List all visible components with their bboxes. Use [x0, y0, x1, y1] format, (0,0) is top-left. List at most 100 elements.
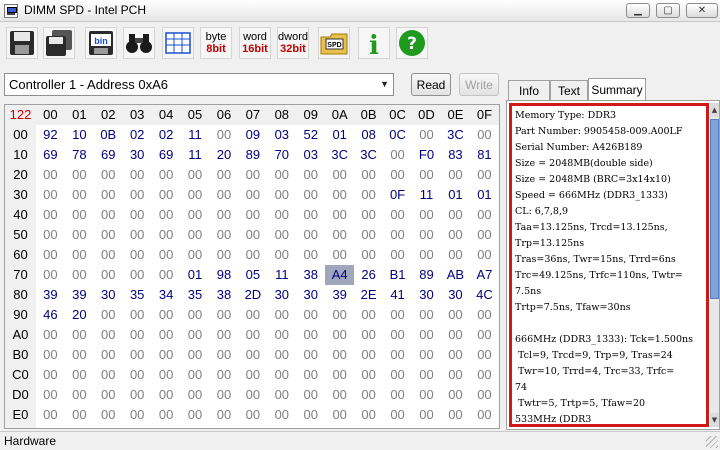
hex-cell[interactable]: 00 [412, 165, 441, 185]
hex-cell[interactable]: 00 [152, 185, 181, 205]
hex-cell[interactable]: 00 [123, 265, 152, 285]
controller-select[interactable]: Controller 1 - Address 0xA6 ▼ [4, 73, 394, 96]
hex-cell[interactable]: AB [441, 265, 470, 285]
hex-cell[interactable]: 00 [210, 305, 239, 325]
hex-cell[interactable]: 00 [412, 245, 441, 265]
hex-cell[interactable]: 00 [383, 305, 412, 325]
write-button[interactable]: Write [459, 73, 499, 96]
hex-cell[interactable]: 00 [210, 325, 239, 345]
hex-cell[interactable]: 00 [152, 245, 181, 265]
hex-cell[interactable]: 78 [65, 145, 94, 165]
hex-cell[interactable]: 30 [94, 285, 123, 305]
hex-cell[interactable]: 3C [441, 125, 470, 145]
hex-cell[interactable]: 00 [65, 205, 94, 225]
hex-cell[interactable]: 00 [354, 225, 383, 245]
summary-text[interactable]: Memory Type: DDR3 Part Number: 9905458-00… [515, 108, 706, 424]
hex-cell[interactable]: 00 [470, 345, 499, 365]
hex-cell[interactable]: 92 [36, 125, 65, 145]
hex-cell[interactable]: 00 [36, 205, 65, 225]
word-view-button[interactable]: word 16bit [239, 27, 271, 59]
hex-cell[interactable]: 00 [238, 405, 267, 425]
hex-cell[interactable]: 00 [383, 365, 412, 385]
hex-cell[interactable]: 00 [470, 325, 499, 345]
hex-cell[interactable]: 00 [325, 385, 354, 405]
hex-cell[interactable]: 00 [412, 305, 441, 325]
hex-cell[interactable]: 00 [383, 325, 412, 345]
hex-cell[interactable]: 00 [181, 225, 210, 245]
hex-cell[interactable]: 00 [354, 245, 383, 265]
hex-cell[interactable]: 00 [181, 385, 210, 405]
hex-cell[interactable]: 00 [94, 165, 123, 185]
hex-cell[interactable]: 00 [412, 225, 441, 245]
summary-scrollbar[interactable]: ▲ ▼ [710, 103, 719, 427]
hex-cell[interactable]: 00 [383, 165, 412, 185]
hex-cell[interactable]: 00 [383, 345, 412, 365]
hex-cell[interactable]: 70 [267, 145, 296, 165]
hex-cell[interactable]: 00 [267, 245, 296, 265]
hex-cell[interactable]: 00 [296, 165, 325, 185]
hex-cell[interactable]: 5A [470, 425, 499, 428]
hex-cell[interactable]: 00 [181, 325, 210, 345]
hex-cell[interactable]: 35 [123, 285, 152, 305]
hex-cell[interactable]: 00 [296, 205, 325, 225]
hex-cell[interactable]: 03 [267, 125, 296, 145]
hex-cell[interactable]: 69 [94, 145, 123, 165]
help-button[interactable]: ? [396, 27, 428, 59]
hex-cell[interactable]: 00 [152, 265, 181, 285]
hex-cell[interactable]: 00 [383, 425, 412, 428]
hex-cell[interactable]: 00 [325, 325, 354, 345]
hex-cell[interactable]: 3C [325, 145, 354, 165]
hex-cell[interactable]: 01 [325, 125, 354, 145]
hex-cell[interactable]: 00 [325, 345, 354, 365]
hex-cell[interactable]: 00 [94, 425, 123, 428]
hex-cell[interactable]: 00 [152, 405, 181, 425]
hex-cell[interactable]: 00 [36, 385, 65, 405]
hex-cell[interactable]: 39 [325, 285, 354, 305]
hex-cell[interactable]: 00 [441, 225, 470, 245]
hex-cell[interactable]: 00 [36, 165, 65, 185]
hex-cell[interactable]: 02 [123, 125, 152, 145]
hex-cell[interactable]: 00 [65, 385, 94, 405]
tab-info[interactable]: Info [508, 80, 550, 100]
spd-folder-button[interactable]: SPD [318, 27, 350, 59]
hex-cell[interactable]: 00 [123, 345, 152, 365]
hex-cell[interactable]: 00 [181, 305, 210, 325]
hex-cell[interactable]: 00 [152, 305, 181, 325]
hex-cell[interactable]: 00 [210, 165, 239, 185]
hex-cell[interactable]: 00 [441, 345, 470, 365]
hex-cell[interactable]: 35 [181, 285, 210, 305]
hex-cell[interactable]: 00 [383, 225, 412, 245]
hex-cell[interactable]: 00 [123, 245, 152, 265]
hex-cell[interactable]: 00 [470, 405, 499, 425]
hex-cell[interactable]: 00 [470, 245, 499, 265]
hex-cell[interactable]: 00 [296, 345, 325, 365]
find-button[interactable] [123, 27, 155, 59]
hex-cell[interactable]: 00 [441, 425, 470, 428]
hex-cell[interactable]: 00 [267, 305, 296, 325]
hex-cell[interactable]: 00 [238, 425, 267, 428]
hex-cell[interactable]: 00 [152, 345, 181, 365]
hex-cell[interactable]: 00 [238, 245, 267, 265]
hex-cell[interactable]: 00 [296, 305, 325, 325]
hex-cell[interactable]: 00 [36, 405, 65, 425]
hex-cell[interactable]: 00 [441, 365, 470, 385]
hex-cell[interactable]: 00 [210, 205, 239, 225]
hex-cell[interactable]: 00 [383, 145, 412, 165]
hex-cell[interactable]: 00 [181, 165, 210, 185]
hex-cell[interactable]: 30 [412, 285, 441, 305]
hex-cell[interactable]: 00 [325, 205, 354, 225]
hex-cell[interactable]: 00 [94, 265, 123, 285]
hex-cell[interactable]: 00 [210, 405, 239, 425]
hex-cell[interactable]: 20 [65, 305, 94, 325]
hex-cell[interactable]: 00 [123, 165, 152, 185]
hex-cell[interactable]: 00 [238, 385, 267, 405]
hex-cell[interactable]: 00 [412, 205, 441, 225]
hex-cell[interactable]: 11 [267, 265, 296, 285]
hex-cell[interactable]: 00 [267, 345, 296, 365]
hex-cell[interactable]: 00 [470, 165, 499, 185]
hex-cell[interactable]: 00 [296, 225, 325, 245]
hex-cell[interactable]: 00 [123, 385, 152, 405]
hex-cell[interactable]: 00 [238, 205, 267, 225]
hex-cell[interactable]: 2D [238, 285, 267, 305]
hex-cell[interactable]: 00 [470, 225, 499, 245]
